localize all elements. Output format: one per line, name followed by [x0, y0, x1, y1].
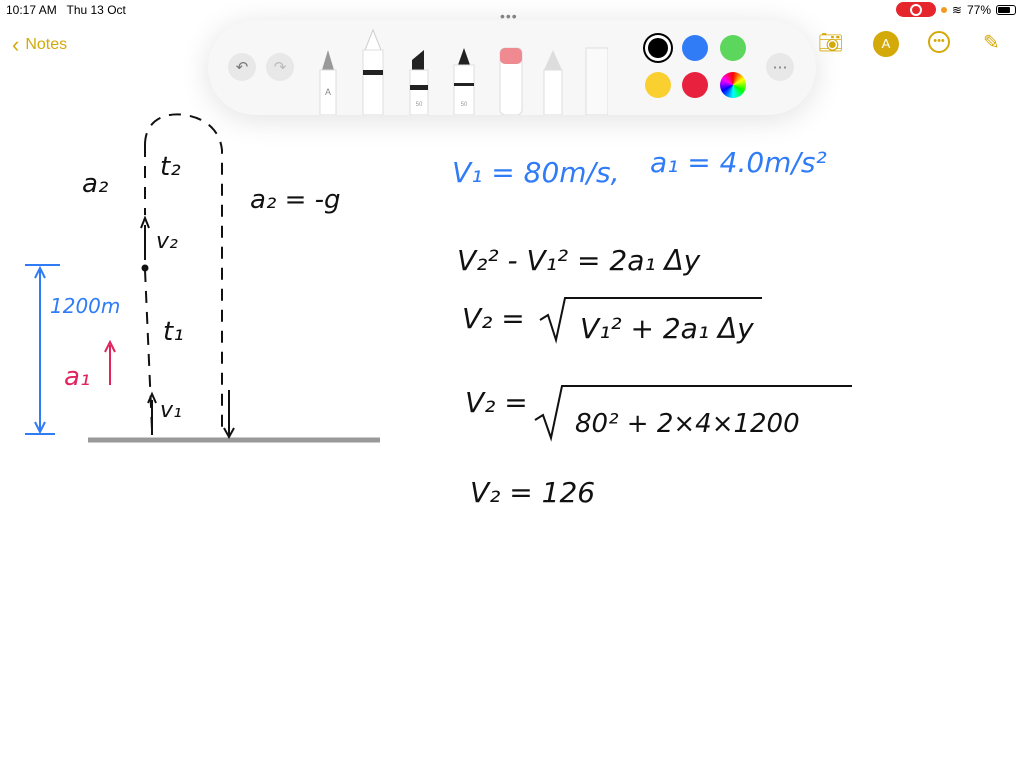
equation-3-lhs: V₂ = — [465, 386, 528, 419]
label-a2-eq: a₂ = -g — [250, 185, 341, 215]
label-t2: t₂ — [160, 152, 181, 182]
equation-3-rhs: 80² + 2×4×1200 — [575, 409, 800, 439]
trajectory-path — [144, 113, 223, 430]
label-a1: a₁ — [64, 362, 90, 392]
label-v1: v₁ — [160, 398, 182, 423]
equation-1: V₂² - V₁² = 2a₁ Δy — [457, 244, 701, 277]
v1-arrow — [147, 391, 157, 435]
given-a1: a₁ = 4.0m/s² — [650, 146, 827, 179]
label-height: 1200m — [50, 294, 120, 318]
height-arrow — [25, 264, 60, 435]
equation-4-result: V₂ = 126 — [470, 476, 595, 509]
equation-2-rhs: V₁² + 2a₁ Δy — [580, 312, 754, 345]
a1-arrow — [104, 339, 116, 385]
equation-2-lhs: V₂ = — [462, 302, 525, 335]
fall-arrow — [223, 390, 235, 440]
label-a2: a₂ — [82, 169, 108, 199]
label-t1: t₁ — [163, 317, 184, 347]
handwriting-canvas[interactable]: a₂ t₂ a₂ = -g v₂ t₁ v₁ 1200m a₁ V₁ = 80m… — [0, 0, 1024, 768]
given-v1: V₁ = 80m/s, — [452, 156, 619, 189]
v2-arrow — [140, 215, 150, 260]
label-v2: v₂ — [156, 229, 178, 254]
